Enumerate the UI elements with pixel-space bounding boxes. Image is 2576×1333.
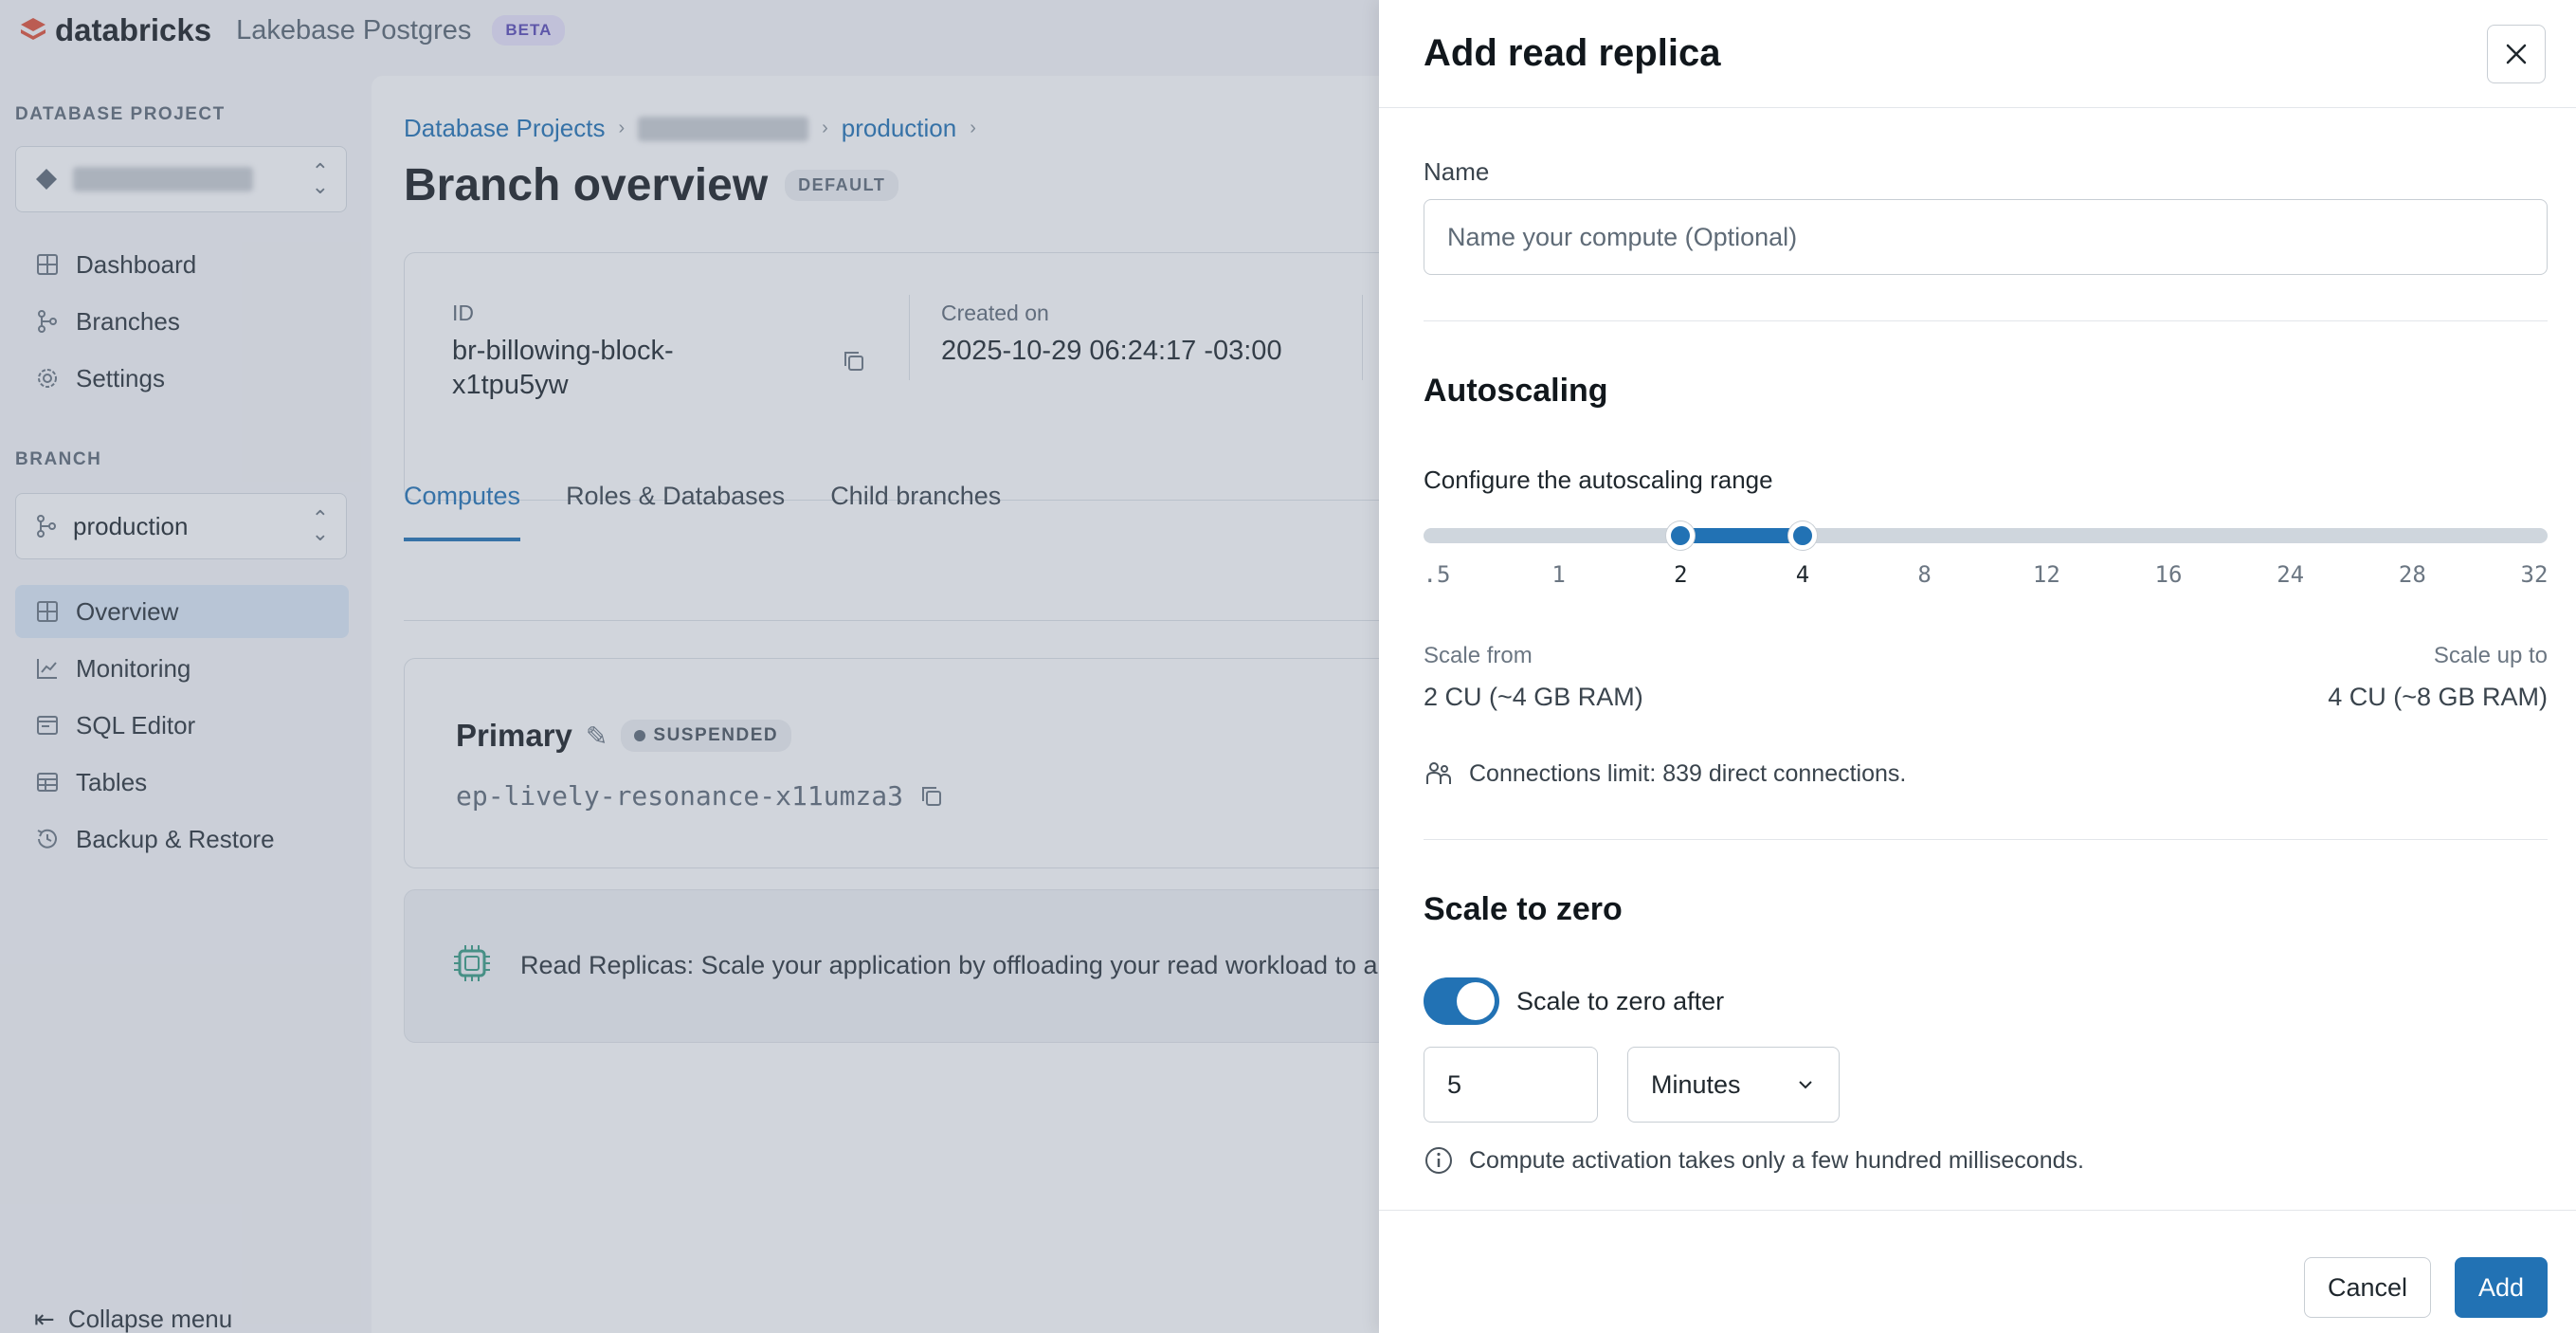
connections-limit-text: Connections limit: 839 direct connection… [1469,759,1907,787]
autoscaling-range-slider[interactable] [1424,521,2548,550]
add-read-replica-drawer: Add read replica Name Autoscaling Config… [1379,0,2576,1333]
drawer-header: Add read replica [1379,0,2576,108]
users-icon [1426,762,1451,784]
drawer-title: Add read replica [1424,32,1721,74]
scale-to-zero-row: Scale to zero after [1424,977,1724,1025]
scale-to-zero-timeout-input[interactable] [1424,1047,1598,1123]
cancel-button[interactable]: Cancel [2304,1257,2431,1318]
scale-from-value: 2 CU (~4 GB RAM) [1424,683,1643,711]
chevron-down-icon [1799,1081,1812,1089]
slider-tick-label: 12 [2032,561,2060,588]
close-button[interactable] [2487,24,2546,83]
slider-tick-label: 28 [2398,561,2426,588]
footer-divider [1379,1210,2576,1211]
activation-hint: Compute activation takes only a few hund… [1424,1145,2084,1176]
activation-hint-text: Compute activation takes only a few hund… [1469,1146,2084,1174]
slider-tick-label: 1 [1551,561,1566,588]
scale-to-zero-label: Scale to zero after [1516,986,1725,1015]
scale-up-value: 4 CU (~8 GB RAM) [2328,683,2548,711]
slider-tick-label: 16 [2154,561,2183,588]
info-icon [1425,1147,1452,1174]
slider-handle-max[interactable] [1788,521,1817,550]
autoscaling-title: Autoscaling [1424,373,1608,409]
slider-selected-range [1680,528,1803,543]
slider-tick-label: .5 [1423,561,1451,588]
name-input[interactable] [1424,199,2548,275]
slider-handle-min[interactable] [1666,521,1696,550]
slider-tick-label: 32 [2520,561,2549,588]
time-unit-value: Minutes [1651,1069,1741,1099]
add-button[interactable]: Add [2455,1257,2548,1318]
time-unit-select[interactable]: Minutes [1627,1047,1840,1123]
slider-tick-label: 4 [1795,561,1810,588]
scale-to-zero-toggle[interactable] [1424,977,1499,1025]
name-label: Name [1424,157,1490,186]
slider-tick-label: 2 [1674,561,1688,588]
scale-up-label: Scale up to [2433,643,2548,668]
close-icon [2506,44,2527,64]
connections-limit: Connections limit: 839 direct connection… [1424,758,1906,789]
slider-tick-label: 8 [1917,561,1932,588]
scale-from-label: Scale from [1424,643,1533,668]
slider-tick-label: 24 [2277,561,2305,588]
divider [1424,320,2548,321]
scale-to-zero-title: Scale to zero [1424,891,1623,927]
divider [1424,839,2548,840]
modal-overlay[interactable] [0,0,1379,1333]
autoscaling-range-label: Configure the autoscaling range [1424,466,1773,494]
